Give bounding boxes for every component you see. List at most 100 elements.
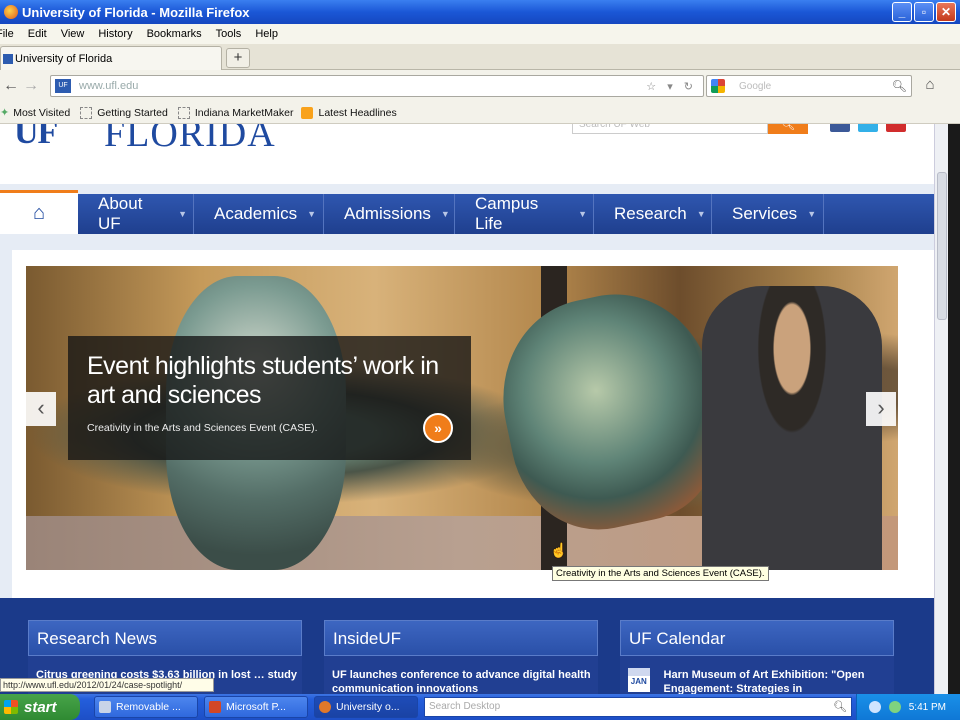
bookmark-label: Latest Headlines: [318, 106, 397, 119]
dropdown-caret-icon: ▼: [307, 209, 317, 219]
task-firefox-university[interactable]: University o...: [314, 696, 418, 718]
screen-edge: [948, 124, 960, 694]
calendar-entry[interactable]: JAN Harn Museum of Art Exhibition: "Open…: [620, 656, 894, 696]
bookmarks-toolbar: ✦ Most Visited Getting Started Indiana M…: [0, 102, 960, 124]
nav-services[interactable]: Services ▼: [712, 194, 824, 234]
search-icon[interactable]: 🔍︎: [833, 698, 847, 716]
url-bar[interactable]: UF www.ufl.edu ☆ ▾ ↻: [50, 75, 704, 97]
dropdown-caret-icon: ▼: [696, 209, 706, 219]
menu-bar: File Edit View History Bookmarks Tools H…: [0, 24, 960, 44]
home-icon[interactable]: ⌂: [918, 76, 942, 96]
google-icon[interactable]: [711, 79, 725, 93]
bookmark-getting-started[interactable]: Getting Started: [78, 106, 168, 119]
hero-sculpture-right: [484, 276, 738, 546]
panel-headline[interactable]: UF launches conference to advance digita…: [324, 656, 598, 696]
nav-about-uf[interactable]: About UF ▼: [78, 194, 194, 234]
inside-uf-panel: InsideUF UF launches conference to advan…: [324, 620, 598, 696]
menu-bookmarks[interactable]: Bookmarks: [147, 28, 202, 40]
scrollbar-thumb[interactable]: [937, 172, 947, 320]
nav-home-icon[interactable]: ⌂: [0, 190, 78, 234]
menu-history[interactable]: History: [98, 28, 132, 40]
vertical-scrollbar[interactable]: [934, 124, 948, 694]
navigation-toolbar: ← → UF www.ufl.edu ☆ ▾ ↻ Google 🔍︎ ⌂: [0, 70, 960, 102]
drive-icon: [99, 701, 111, 713]
desktop-search-input[interactable]: Search Desktop 🔍︎: [424, 697, 852, 717]
panel-title[interactable]: InsideUF: [324, 620, 598, 656]
nav-research[interactable]: Research ▼: [594, 194, 712, 234]
nav-label: About UF: [98, 194, 143, 233]
clock[interactable]: 5:41 PM: [909, 702, 946, 713]
slider-prev-button[interactable]: ‹: [26, 392, 56, 426]
taskbar: start Removable ... Microsoft P... Unive…: [0, 694, 960, 720]
panel-title[interactable]: UF Calendar: [620, 620, 894, 656]
youtube-icon[interactable]: [886, 124, 906, 132]
twitter-icon[interactable]: [858, 124, 878, 132]
tray-icon[interactable]: [888, 701, 901, 713]
bookmark-star-icon[interactable]: ☆ ▾ ↻: [646, 80, 697, 93]
search-bar[interactable]: Google 🔍︎: [706, 75, 912, 97]
nav-label: Campus Life: [475, 194, 539, 233]
bookmark-latest-headlines[interactable]: Latest Headlines: [301, 106, 397, 119]
window-controls: _ ▫ ✕: [892, 2, 956, 22]
uf-logo[interactable]: UF: [14, 124, 58, 152]
tab-strip: University of Florida +: [0, 44, 960, 70]
hero-person: [702, 286, 882, 570]
most-visited-icon: ✦: [0, 107, 10, 119]
site-search-input[interactable]: Search UF Web: [572, 124, 768, 134]
florida-wordmark[interactable]: FLORIDA: [104, 124, 276, 156]
site-header: UF FLORIDA Search UF Web 🔍︎: [0, 124, 934, 184]
window-title: University of Florida - Mozilla Firefox: [22, 4, 250, 20]
site-search-button[interactable]: 🔍︎: [768, 124, 808, 134]
nav-campus-life[interactable]: Campus Life ▼: [455, 194, 594, 234]
search-icon[interactable]: 🔍︎: [892, 79, 907, 93]
hero-title[interactable]: Event highlights students’ work in art a…: [87, 352, 447, 410]
tab-university-of-florida[interactable]: University of Florida: [0, 46, 222, 70]
back-icon[interactable]: ←: [2, 77, 20, 95]
nav-label: Services: [732, 204, 798, 223]
slider-next-button[interactable]: ›: [866, 392, 896, 426]
firefox-icon: [319, 701, 331, 713]
hand-cursor-icon: ☝: [550, 542, 568, 558]
task-removable-disk[interactable]: Removable ...: [94, 696, 198, 718]
window-titlebar: University of Florida - Mozilla Firefox …: [0, 0, 960, 24]
facebook-icon[interactable]: [830, 124, 850, 132]
dropdown-caret-icon: ▼: [440, 209, 450, 219]
url-value: www.ufl.edu: [79, 80, 139, 92]
page-icon: [177, 106, 190, 119]
bookmark-label: Most Visited: [13, 106, 71, 119]
tooltip: Creativity in the Arts and Sciences Even…: [552, 566, 769, 581]
maximize-button[interactable]: ▫: [914, 2, 934, 22]
hero-go-button[interactable]: »: [423, 413, 453, 443]
start-label: start: [24, 698, 57, 716]
menu-help[interactable]: Help: [255, 28, 278, 40]
start-button[interactable]: start: [0, 694, 80, 720]
uf-favicon: [3, 53, 13, 64]
page-icon: [80, 106, 93, 119]
screen: University of Florida - Mozilla Firefox …: [0, 0, 960, 720]
bookmark-indiana-marketmaker[interactable]: Indiana MarketMaker: [176, 106, 293, 119]
calendar-date-badge: JAN: [628, 668, 650, 692]
hero-caption-text: Creativity in the Arts and Sciences Even…: [87, 422, 318, 434]
system-tray: 5:41 PM: [856, 694, 960, 720]
nav-admissions[interactable]: Admissions ▼: [324, 194, 455, 234]
menu-file[interactable]: File: [0, 28, 14, 40]
menu-view[interactable]: View: [61, 28, 85, 40]
firefox-icon: [4, 5, 18, 19]
minimize-button[interactable]: _: [892, 2, 912, 22]
forward-icon[interactable]: →: [22, 77, 40, 95]
site-identity-icon[interactable]: UF: [55, 79, 71, 93]
nav-label: Admissions: [344, 204, 431, 223]
nav-academics[interactable]: Academics ▼: [194, 194, 324, 234]
close-button[interactable]: ✕: [936, 2, 956, 22]
nav-label: Academics: [214, 204, 298, 223]
new-tab-button[interactable]: +: [226, 48, 250, 68]
task-microsoft-powerpoint[interactable]: Microsoft P...: [204, 696, 308, 718]
menu-edit[interactable]: Edit: [28, 28, 47, 40]
menu-tools[interactable]: Tools: [216, 28, 242, 40]
panel-title[interactable]: Research News: [28, 620, 302, 656]
calendar-event-title: Harn Museum of Art Exhibition: "Open Eng…: [663, 669, 865, 695]
task-label: Microsoft P...: [226, 701, 286, 713]
bookmark-most-visited[interactable]: ✦ Most Visited: [0, 106, 71, 120]
dropdown-caret-icon: ▼: [178, 209, 187, 219]
tray-icon[interactable]: [868, 701, 881, 713]
